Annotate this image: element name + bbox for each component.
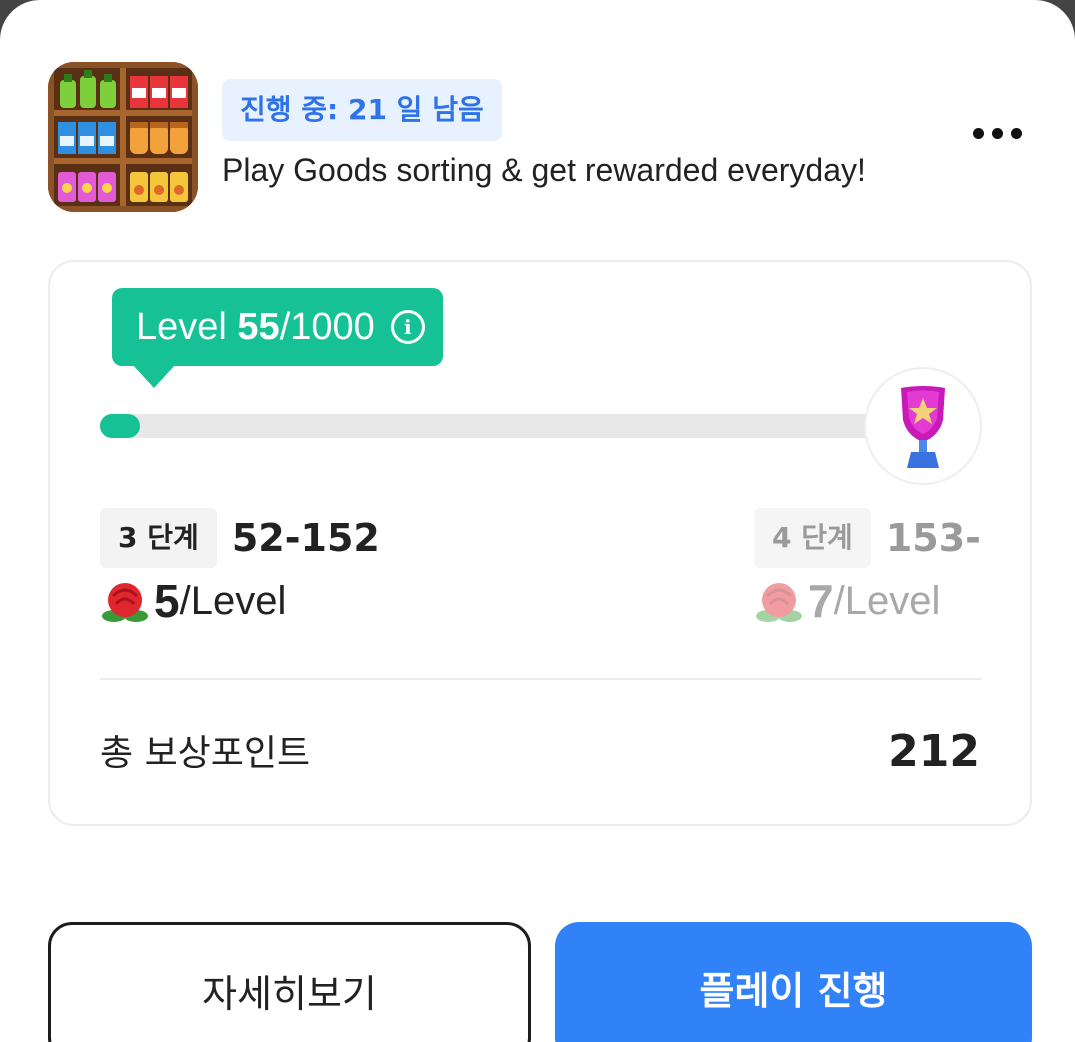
level-tooltip[interactable]: Level 55/1000 i (112, 288, 443, 388)
level-progress-fill (100, 414, 140, 438)
play-button[interactable]: 플레이 진행 (555, 922, 1032, 1042)
more-dots-icon (1010, 127, 1022, 139)
tier-rate-next: 7 /Level (754, 574, 940, 628)
tier-range-next: 153- (885, 516, 981, 560)
trophy-icon (901, 386, 945, 468)
level-text: Level 55/1000 (136, 305, 375, 348)
level-reward-card: Level 55/1000 i 3 단계 52-152 5 /Level 4 단… (48, 260, 1032, 826)
more-dots-icon (972, 127, 984, 139)
more-dots-icon (991, 127, 1003, 139)
divider (100, 678, 982, 680)
total-points-value: 212 (888, 726, 980, 777)
app-icon (48, 62, 198, 212)
tier-rate-value-current: 5 (154, 575, 180, 627)
tier-current: 3 단계 52-152 (100, 508, 380, 568)
tier-rate-unit-next: /Level (833, 578, 941, 623)
tier-rate-value-next: 7 (808, 575, 834, 627)
more-options-button[interactable] (962, 110, 1032, 156)
rose-icon (102, 583, 148, 622)
info-icon[interactable]: i (390, 310, 425, 344)
total-points-label: 총 보상포인트 (100, 733, 311, 774)
tier-next: 4 단계 153- (754, 508, 981, 568)
tier-chip-next: 4 단계 (754, 508, 871, 568)
level-progress-bar (100, 414, 890, 438)
tier-range-current: 52-152 (231, 516, 380, 560)
view-details-button[interactable]: 자세히보기 (48, 922, 531, 1042)
goal-trophy (864, 367, 982, 485)
rose-icon (756, 583, 802, 622)
mission-subtitle: Play Goods sorting & get rewarded everyd… (222, 152, 866, 188)
tier-rate-current: 5 /Level (100, 574, 286, 628)
reward-sheet: 진행 중: 21 일 남음 Play Goods sorting & get r… (0, 0, 1075, 1042)
goods-shelf-game-icon (48, 62, 198, 212)
tier-chip-current: 3 단계 (100, 508, 217, 568)
tier-rate-unit-current: /Level (179, 578, 287, 623)
status-badge: 진행 중: 21 일 남음 (222, 79, 502, 141)
